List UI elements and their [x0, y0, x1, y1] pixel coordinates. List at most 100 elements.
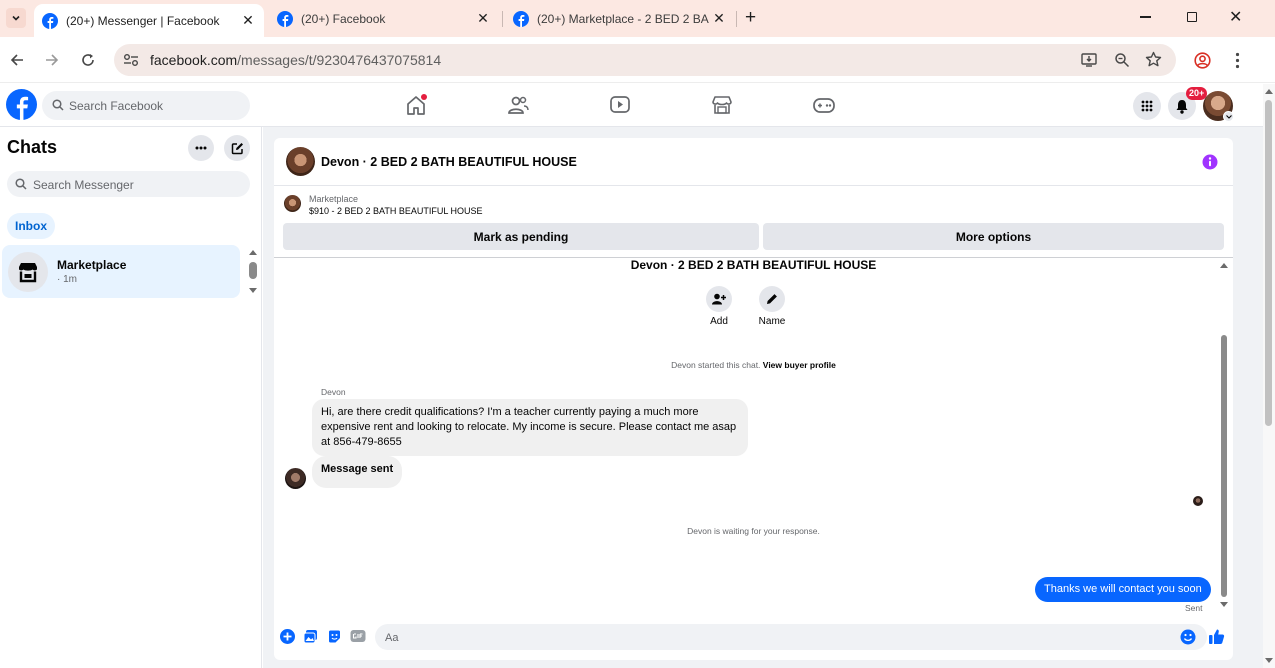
page-scroll-thumb[interactable]: [1265, 100, 1272, 426]
tab-facebook[interactable]: (20+) Facebook ✕: [269, 4, 499, 33]
page-scrollbar[interactable]: [1263, 84, 1275, 668]
zoom-icon[interactable]: [1114, 52, 1130, 68]
listing-summary[interactable]: $910 - 2 BED 2 BATH BEAUTIFUL HOUSE: [309, 206, 483, 216]
chat-list-scroll-thumb[interactable]: [249, 262, 257, 279]
restore-button[interactable]: [1187, 12, 1197, 22]
add-label: Add: [710, 316, 728, 327]
chat-started-text: Devon started this chat.: [671, 360, 761, 370]
search-placeholder: Search Messenger: [33, 178, 134, 192]
new-tab-button[interactable]: +: [745, 7, 756, 29]
conversation-title[interactable]: Devon · 2 BED 2 BATH BEAUTIFUL HOUSE: [321, 155, 577, 169]
sticker-icon[interactable]: [327, 629, 342, 644]
address-bar[interactable]: facebook.com/messages/t/9230476437075814: [114, 44, 1176, 76]
facebook-header: Search Facebook 20+: [0, 84, 1263, 127]
scroll-down-arrow-icon[interactable]: [1220, 602, 1228, 608]
pencil-icon: [767, 294, 777, 304]
message-composer: Aa: [274, 622, 1233, 654]
close-tab-icon[interactable]: ✕: [240, 12, 256, 29]
thumbs-up-icon[interactable]: [1208, 628, 1225, 645]
url-path: /messages/t/9230476437075814: [237, 52, 442, 68]
gaming-icon[interactable]: [812, 94, 836, 116]
gif-icon[interactable]: [350, 629, 366, 643]
incoming-message-bubble[interactable]: Hi, are there credit qualifications? I'm…: [312, 399, 748, 456]
tab-divider: [502, 11, 503, 27]
compose-icon: [231, 142, 243, 154]
contact-avatar[interactable]: [286, 147, 315, 176]
outgoing-message-bubble[interactable]: Thanks we will contact you soon: [1035, 577, 1211, 602]
conversation-header: Devon · 2 BED 2 BATH BEAUTIFUL HOUSE: [274, 138, 1233, 186]
site-settings-icon[interactable]: [123, 53, 139, 67]
chat-options-button[interactable]: [188, 135, 214, 161]
close-tab-icon[interactable]: ✕: [475, 10, 491, 27]
url-host: facebook.com: [150, 52, 238, 68]
facebook-logo-icon[interactable]: [6, 89, 37, 120]
name-label: Name: [758, 316, 786, 327]
inbox-filter-tab[interactable]: Inbox: [7, 213, 55, 239]
watch-video-icon[interactable]: [608, 94, 632, 116]
tab-marketplace[interactable]: (20+) Marketplace - 2 BED 2 BA ✕: [505, 4, 735, 33]
plus-circle-icon[interactable]: [280, 629, 295, 644]
chevron-down-icon: [1225, 114, 1232, 119]
scroll-up-arrow-icon[interactable]: [1265, 88, 1273, 94]
more-options-button[interactable]: More options: [763, 223, 1224, 250]
mark-as-pending-button[interactable]: Mark as pending: [283, 223, 759, 250]
read-receipt-avatar: [1193, 496, 1203, 506]
account-chevron-icon[interactable]: [1223, 111, 1234, 122]
chat-list-scrollbar[interactable]: [247, 248, 259, 296]
chat-list-item-marketplace[interactable]: Marketplace · 1m: [2, 245, 240, 298]
friends-icon[interactable]: [506, 94, 530, 116]
install-app-icon[interactable]: [1081, 52, 1097, 68]
tab-divider: [736, 11, 737, 27]
tab-title: (20+) Facebook: [301, 11, 386, 26]
close-tab-icon[interactable]: ✕: [711, 10, 727, 27]
sender-avatar: [285, 468, 306, 489]
facebook-favicon-icon: [513, 10, 529, 27]
thread-title: Devon · 2 BED 2 BATH BEAUTIFUL HOUSE: [630, 258, 877, 272]
conversation-panel: Devon · 2 BED 2 BATH BEAUTIFUL HOUSE Mar…: [274, 138, 1233, 660]
chat-started-notice: Devon started this chat. View buyer prof…: [274, 360, 1233, 370]
message-input[interactable]: Aa: [375, 624, 1207, 650]
facebook-favicon-icon: [277, 10, 293, 27]
view-buyer-profile-link[interactable]: View buyer profile: [763, 360, 836, 370]
url-text: facebook.com/messages/t/9230476437075814: [150, 52, 441, 68]
back-button[interactable]: [7, 50, 27, 70]
grid-menu-icon: [1141, 100, 1153, 112]
info-icon[interactable]: [1202, 154, 1218, 170]
scroll-down-arrow-icon[interactable]: [1265, 658, 1273, 664]
search-icon: [52, 99, 64, 111]
browser-menu-icon[interactable]: [1235, 52, 1240, 69]
message-sent-bubble[interactable]: Message sent: [312, 456, 403, 488]
tab-title: (20+) Messenger | Facebook: [66, 13, 220, 28]
add-person-icon: [712, 293, 726, 305]
add-people-button[interactable]: [706, 286, 732, 312]
scroll-up-arrow-icon[interactable]: [1220, 262, 1228, 268]
menu-grid-button[interactable]: [1133, 92, 1161, 120]
tab-messenger[interactable]: (20+) Messenger | Facebook ✕: [34, 4, 264, 37]
arrow-left-icon: [10, 54, 23, 66]
new-message-button[interactable]: [224, 135, 250, 161]
chat-name: Marketplace: [57, 258, 127, 272]
bookmark-star-icon[interactable]: [1145, 51, 1162, 68]
listing-banner: Marketplace $910 - 2 BED 2 BATH BEAUTIFU…: [274, 186, 1233, 258]
tab-search-button[interactable]: [6, 8, 26, 28]
profile-icon[interactable]: [1194, 52, 1211, 69]
scroll-up-arrow-icon[interactable]: [249, 250, 257, 255]
chats-sidebar: Chats Search Messenger Inbox Marketplace…: [0, 127, 262, 668]
reload-button[interactable]: [78, 50, 98, 70]
scroll-down-arrow-icon[interactable]: [249, 288, 257, 293]
thread-scroll-thumb[interactable]: [1221, 335, 1227, 597]
home-icon[interactable]: [404, 94, 428, 116]
browser-toolbar: facebook.com/messages/t/9230476437075814: [0, 37, 1275, 83]
photo-icon[interactable]: [303, 629, 318, 644]
listing-thumbnail[interactable]: [284, 195, 301, 212]
minimize-button[interactable]: [1140, 16, 1151, 18]
emoji-icon[interactable]: [1180, 629, 1196, 645]
thread-scrollbar[interactable]: [1218, 260, 1230, 612]
facebook-search-input[interactable]: Search Facebook: [42, 91, 250, 120]
forward-button[interactable]: [42, 50, 62, 70]
edit-name-button[interactable]: [759, 286, 785, 312]
marketplace-icon[interactable]: [710, 94, 734, 116]
messenger-search-input[interactable]: Search Messenger: [7, 171, 250, 197]
chat-timestamp: · 1m: [57, 274, 77, 285]
close-window-button[interactable]: ✕: [1229, 7, 1242, 27]
